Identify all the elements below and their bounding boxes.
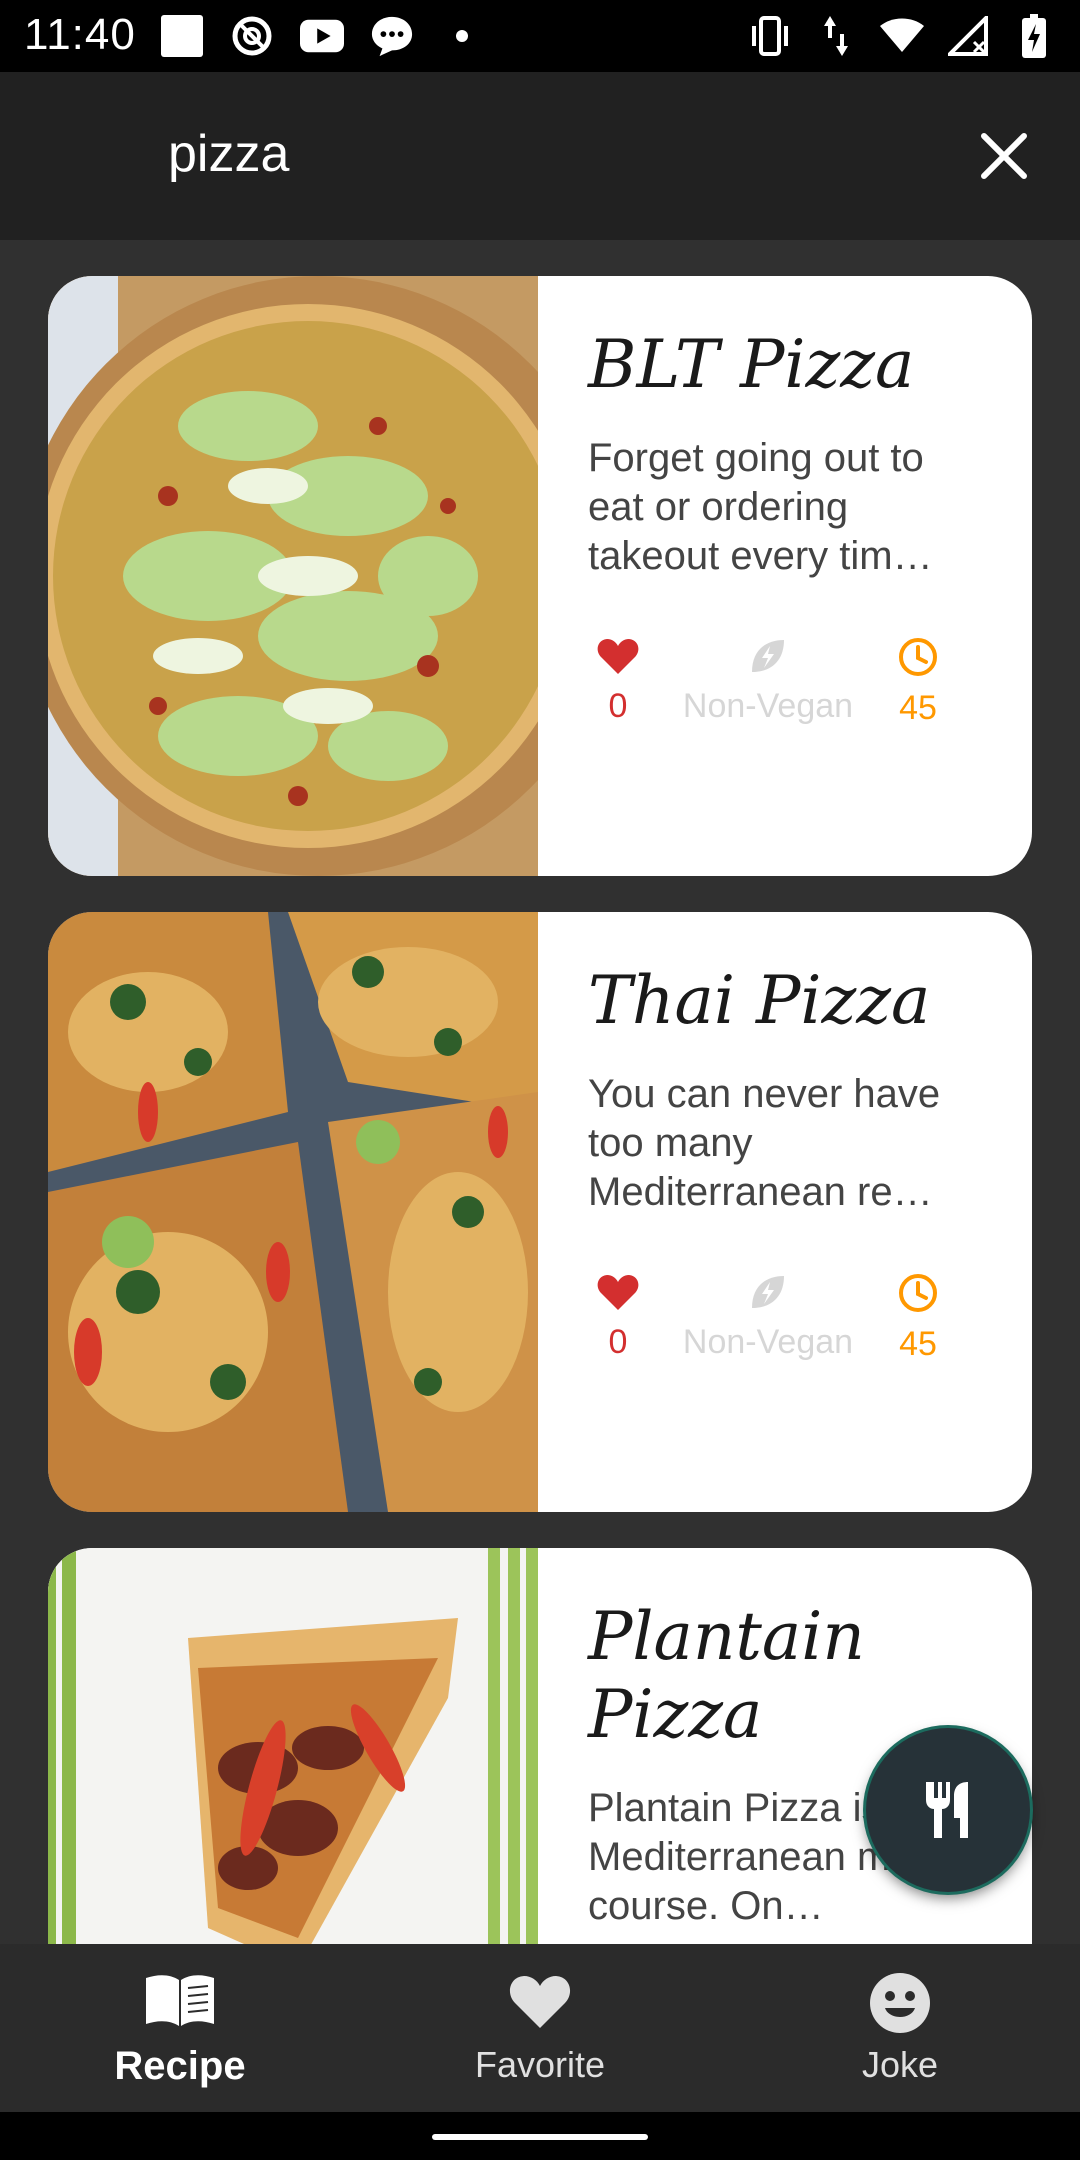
recipe-title: Thai Pizza — [588, 962, 931, 1039]
recipe-card[interactable]: Thai Pizza You can never have too many M… — [48, 912, 1032, 1512]
recipe-title: BLT Pizza — [588, 326, 915, 403]
status-time: 11:40 — [24, 10, 136, 59]
message-icon — [370, 14, 414, 58]
status-bar: 11:40 — [0, 0, 1080, 72]
vegan-stat: Non-Vegan — [673, 636, 863, 726]
nav-item-joke[interactable]: Joke — [720, 1944, 1080, 2112]
nav-item-recipe[interactable]: Recipe — [0, 1944, 360, 2112]
recipe-description: Forget going out to eat or ordering take… — [588, 436, 933, 578]
meal-fab-button[interactable] — [866, 1728, 1030, 1892]
signal-icon — [946, 14, 990, 58]
search-input[interactable]: pizza — [168, 124, 289, 184]
data-arrows-icon — [814, 14, 858, 58]
likes-stat: 0 — [588, 636, 648, 726]
dot-icon — [440, 14, 484, 58]
nav-label-joke: Joke — [861, 2044, 939, 2085]
youtube-icon — [300, 14, 344, 58]
likes-stat: 0 — [588, 1272, 648, 1362]
recipe-description: You can never have too many Mediterranea… — [588, 1072, 941, 1214]
time-minutes: 45 — [899, 689, 937, 727]
clock-icon — [899, 1274, 937, 1312]
recipe-list[interactable]: BLT Pizza Forget going out to eat or ord… — [0, 240, 1080, 1944]
nav-label-recipe: Recipe — [114, 2044, 246, 2088]
leaf-icon — [752, 1276, 784, 1308]
heart-icon — [597, 1275, 639, 1310]
book-icon — [146, 1975, 214, 2026]
smile-icon — [870, 1973, 930, 2033]
bottom-navigation: Recipe Favorite Joke — [0, 1944, 1080, 2112]
recipe-title: Plantain Pizza — [588, 1598, 865, 1753]
home-gesture-handle[interactable] — [432, 2134, 648, 2140]
leaf-icon — [752, 640, 784, 672]
time-stat: 45 — [888, 636, 948, 728]
close-icon — [981, 133, 1027, 179]
close-search-button[interactable] — [968, 120, 1040, 192]
recipe-image — [48, 1548, 538, 1944]
recipe-image — [48, 912, 538, 1512]
square-notification-icon — [160, 14, 204, 58]
search-bar: pizza — [0, 72, 1080, 240]
recipe-card[interactable]: BLT Pizza Forget going out to eat or ord… — [48, 276, 1032, 876]
restaurant-icon — [926, 1782, 968, 1838]
likes-count: 0 — [608, 1323, 628, 1361]
vegan-label: Non-Vegan — [682, 687, 854, 725]
nav-item-favorite[interactable]: Favorite — [360, 1944, 720, 2112]
recipe-image — [48, 276, 618, 876]
time-stat: 45 — [888, 1272, 948, 1364]
vegan-label: Non-Vegan — [682, 1323, 854, 1361]
nav-label-favorite: Favorite — [474, 2044, 606, 2085]
time-minutes: 45 — [899, 1325, 937, 1363]
recipe-card[interactable]: Plantain Pizza Plantain Pizza is a Medit… — [48, 1548, 1032, 1944]
gesture-bar — [0, 2112, 1080, 2160]
at-sign-notification-icon — [230, 14, 274, 58]
likes-count: 0 — [608, 687, 628, 725]
heart-icon — [597, 639, 639, 674]
battery-icon — [1012, 14, 1056, 58]
heart-icon — [509, 1976, 571, 2028]
vibrate-icon — [748, 14, 792, 58]
wifi-icon — [880, 14, 924, 58]
clock-icon — [899, 638, 937, 676]
vegan-stat: Non-Vegan — [673, 1272, 863, 1362]
